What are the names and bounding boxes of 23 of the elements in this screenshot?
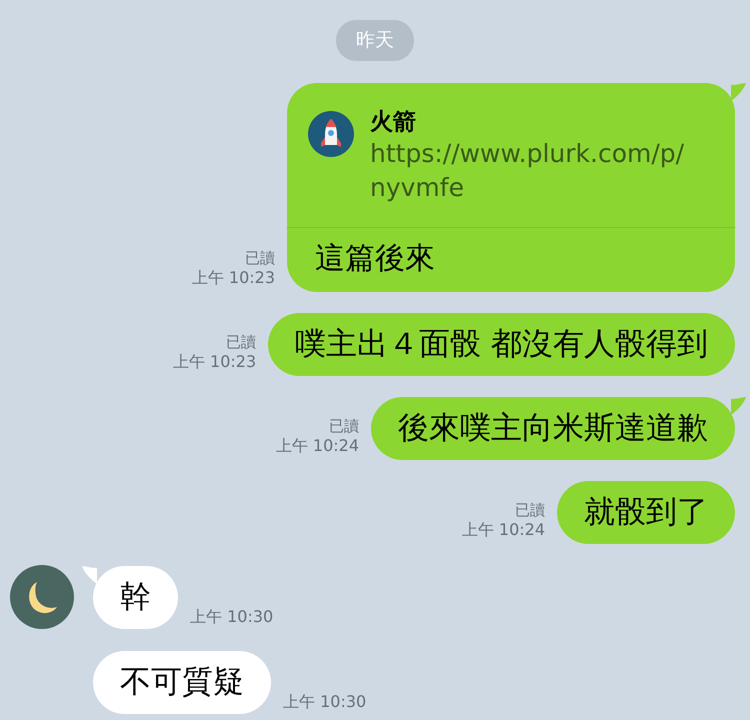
message-time: 上午 10:30	[190, 607, 274, 627]
message-time: 上午 10:30	[283, 692, 366, 712]
link-url[interactable]: nyvmfe	[370, 171, 684, 205]
read-receipt: 已讀	[245, 248, 275, 268]
message-bubble[interactable]: 後來噗主向米斯達道歉	[371, 397, 735, 460]
message-bubble[interactable]: 噗主出４面骰 都沒有人骰得到	[268, 313, 735, 376]
date-divider: 昨天	[336, 20, 414, 61]
read-receipt: 已讀	[226, 332, 256, 352]
moon-avatar-icon[interactable]	[10, 565, 74, 629]
message-bubble[interactable]: 幹	[93, 566, 178, 629]
rocket-icon	[308, 111, 354, 157]
read-receipt: 已讀	[515, 500, 545, 520]
message-time: 上午 10:24	[462, 520, 545, 540]
link-url[interactable]: https://www.plurk.com/p/	[370, 137, 684, 171]
read-receipt: 已讀	[329, 416, 359, 436]
message-bubble[interactable]: 不可質疑	[93, 651, 271, 714]
message-time: 上午 10:24	[276, 436, 359, 456]
link-title[interactable]: 火箭	[370, 107, 684, 137]
message-bubble[interactable]: 就骰到了	[557, 481, 735, 544]
link-message-bubble[interactable]: 火箭 https://www.plurk.com/p/ nyvmfe 這篇後來	[287, 83, 735, 292]
message-time: 上午 10:23	[192, 268, 275, 288]
message-text: 這篇後來	[314, 240, 436, 278]
message-time: 上午 10:23	[172, 352, 256, 372]
